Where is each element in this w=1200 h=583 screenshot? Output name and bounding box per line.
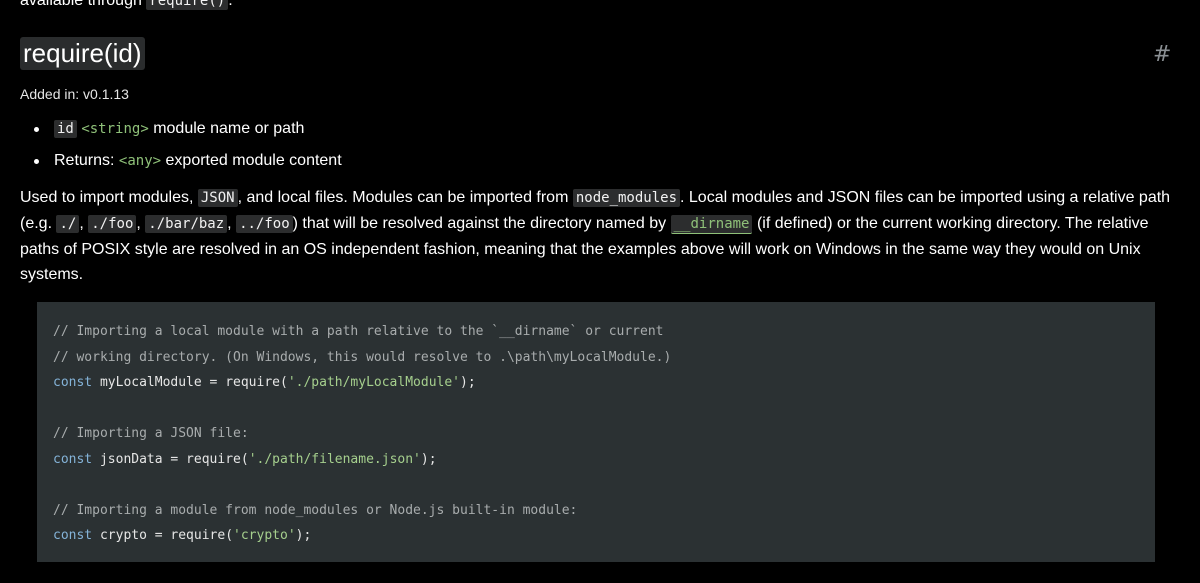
code-line-1: // Importing a local module with a path …	[53, 324, 664, 339]
dot-slash-inline-code: ./	[56, 215, 80, 233]
code-line-6: const jsonData = require('./path/filenam…	[53, 447, 1139, 473]
code-example-block[interactable]: // Importing a local module with a path …	[37, 302, 1155, 562]
para-text-4: ) that will be resolved against the dire…	[292, 215, 667, 232]
code-line-9: const crypto = require('crypto');	[53, 523, 1139, 549]
code-text: );	[295, 528, 312, 543]
string-literal: './path/myLocalModule'	[287, 375, 460, 390]
returns-label: Returns:	[54, 152, 115, 169]
parent-foo-inline-code: ../foo	[236, 215, 293, 233]
doc-page: available through require(). require(id)…	[0, 0, 1200, 583]
string-literal: './path/filename.json'	[248, 451, 421, 467]
bar-baz-inline-code: ./bar/baz	[145, 215, 228, 233]
node-modules-inline-code: node_modules	[572, 189, 681, 207]
code-line-2: // working directory. (On Windows, this …	[53, 349, 672, 365]
param-returns: Returns: <any> exported module content	[20, 148, 342, 174]
code-text: );	[460, 375, 476, 390]
returns-description: exported module content	[165, 152, 342, 169]
param-id: id <string> module name or path	[20, 116, 342, 142]
parameter-list: id <string> module name or path Returns:…	[20, 116, 342, 180]
json-inline-code: JSON	[197, 189, 238, 207]
code-text: jsonData = require(	[92, 451, 249, 467]
anchor-link-hash-icon[interactable]: #	[1153, 41, 1171, 69]
description-paragraph: Used to import modules, JSON, and local …	[20, 185, 1190, 287]
code-text: myLocalModule = require(	[92, 375, 288, 390]
param-description: module name or path	[153, 120, 305, 137]
section-heading: require(id)	[20, 37, 145, 70]
keyword-const: const	[53, 451, 93, 467]
any-type-link[interactable]: <any>	[119, 153, 161, 169]
para-text-2: , and local files. Modules can be import…	[237, 189, 569, 206]
code-text: crypto = require(	[92, 528, 234, 543]
tail-period: .	[228, 0, 233, 9]
para-comma-2: ,	[136, 215, 141, 232]
require-inline-code: require()	[146, 0, 229, 10]
string-type-link[interactable]: <string>	[81, 121, 148, 137]
para-comma-1: ,	[79, 215, 84, 232]
foo-inline-code: ./foo	[88, 215, 137, 233]
tail-text: available through	[20, 0, 142, 9]
keyword-const: const	[53, 375, 93, 390]
code-line-5: // Importing a JSON file:	[53, 426, 249, 441]
dirname-link[interactable]: __dirname	[670, 215, 753, 234]
string-literal: 'crypto'	[233, 528, 296, 543]
keyword-const: const	[53, 528, 93, 543]
para-comma-3: ,	[227, 215, 232, 232]
code-line-8: // Importing a module from node_modules …	[53, 502, 578, 518]
code-line-3: const myLocalModule = require('./path/my…	[53, 370, 1139, 396]
para-text-1: Used to import modules,	[20, 189, 194, 206]
added-in-version: Added in: v0.1.13	[20, 86, 129, 102]
previous-paragraph-tail: available through require().	[20, 0, 233, 11]
code-text: );	[420, 451, 437, 467]
param-name-code: id	[54, 120, 77, 138]
